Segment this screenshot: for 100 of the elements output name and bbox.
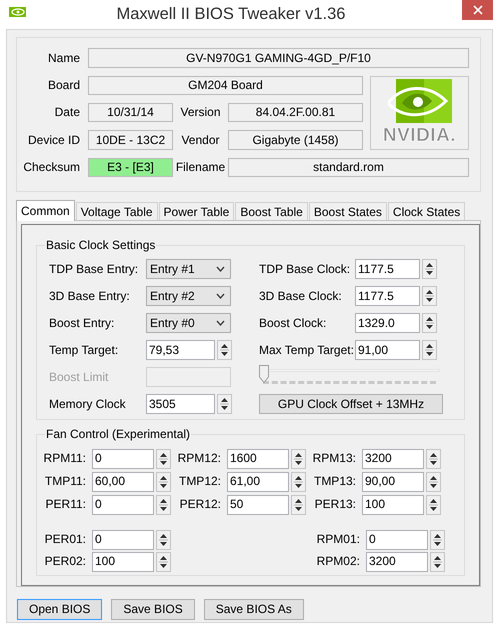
spin-buttons[interactable]: [217, 340, 232, 360]
number-field[interactable]: 1177.5: [355, 259, 420, 279]
text-field[interactable]: [146, 367, 231, 387]
logo-text: NVIDIA.: [382, 124, 456, 148]
chevron-down-icon: [216, 266, 225, 272]
readonly-field: 10/31/14: [88, 103, 173, 122]
dropdown[interactable]: Entry #0: [146, 313, 231, 333]
readonly-field: 10DE - 13C2: [88, 130, 173, 150]
spin-buttons[interactable]: [426, 494, 441, 514]
number-field[interactable]: 100: [362, 494, 424, 514]
field-label: PER02:: [44, 554, 87, 569]
number-field[interactable]: 79,53: [146, 340, 215, 360]
spin-buttons[interactable]: [422, 313, 437, 333]
spin-buttons[interactable]: [156, 448, 171, 468]
number-field[interactable]: 1329.0: [355, 313, 420, 333]
field-label: Boost Entry:: [49, 316, 116, 330]
spin-buttons[interactable]: [156, 530, 171, 550]
slider-thumb[interactable]: [259, 365, 269, 383]
eye-logo-icon: [388, 78, 452, 123]
field-label: Date: [54, 105, 81, 120]
spin-buttons[interactable]: [430, 530, 445, 550]
spin-buttons[interactable]: [430, 552, 445, 572]
spin-buttons[interactable]: [217, 394, 232, 414]
dropdown[interactable]: Entry #1: [146, 259, 231, 279]
field-label: Version: [179, 105, 222, 120]
field-label: RPM12:: [176, 451, 222, 466]
offset-button[interactable]: GPU Clock Offset + 13MHz: [259, 394, 443, 414]
window-title: Maxwell II BIOS Tweaker v1.36: [116, 5, 346, 23]
spin-buttons[interactable]: [156, 472, 171, 492]
field-label: Name: [46, 50, 81, 66]
spin-buttons[interactable]: [291, 448, 306, 468]
field-label: Memory Clock: [49, 396, 127, 412]
field-label: Max Temp Target:: [259, 342, 355, 358]
spin-buttons[interactable]: [291, 472, 306, 492]
tab[interactable]: Power Table: [158, 202, 234, 220]
field-label: RPM11:: [42, 451, 87, 466]
tab[interactable]: Boost Table: [235, 202, 308, 220]
field-label: 3D Base Clock:: [259, 288, 343, 304]
action-button[interactable]: Save BIOS As: [204, 599, 304, 620]
readonly-field: 84.04.2F.00.81: [228, 103, 363, 122]
field-label: PER13:: [314, 497, 357, 512]
field-label: RPM13:: [312, 451, 357, 466]
spin-buttons[interactable]: [426, 472, 441, 492]
field-label: Device ID: [26, 132, 81, 148]
field-label: Boost Limit: [49, 370, 110, 384]
close-button[interactable]: [462, 0, 493, 20]
number-field[interactable]: 1177.5: [355, 286, 420, 306]
number-field[interactable]: 60,00: [92, 472, 154, 492]
spin-buttons[interactable]: [422, 340, 437, 360]
spin-buttons[interactable]: [426, 448, 441, 468]
field-label: Vendor: [180, 132, 221, 148]
number-field[interactable]: 100: [92, 552, 154, 572]
number-field[interactable]: 0: [92, 494, 154, 514]
number-field[interactable]: 3505: [146, 394, 215, 414]
field-label: Filename: [174, 160, 226, 175]
field-label: 3D Base Entry:: [49, 288, 131, 304]
spin-buttons[interactable]: [156, 494, 171, 514]
chevron-down-icon: [216, 293, 225, 299]
field-label: PER01:: [44, 532, 87, 547]
number-field[interactable]: 0: [366, 530, 428, 550]
group-title: Basic Clock Settings: [45, 238, 156, 252]
tab[interactable]: Boost States: [308, 202, 387, 220]
field-label: RPM01:: [316, 532, 361, 547]
action-button[interactable]: Save BIOS: [111, 599, 195, 620]
readonly-field: E3 - [E3]: [88, 158, 173, 177]
spin-buttons[interactable]: [422, 259, 437, 279]
dropdown[interactable]: Entry #2: [146, 286, 231, 306]
number-field[interactable]: 1600: [227, 448, 289, 468]
field-label: Boost Clock:: [259, 316, 328, 330]
field-label: TMP12:: [178, 474, 222, 489]
tab[interactable]: Voltage Table: [76, 202, 158, 220]
readonly-field: GM204 Board: [88, 76, 363, 95]
tab[interactable]: Clock States: [388, 202, 466, 220]
number-field[interactable]: 91,00: [355, 340, 420, 360]
spin-buttons[interactable]: [156, 552, 171, 572]
action-button[interactable]: Open BIOS: [17, 599, 102, 620]
field-label: RPM02:: [316, 554, 361, 569]
field-label: Checksum: [22, 160, 81, 175]
field-label: TMP11:: [44, 474, 87, 489]
number-field[interactable]: 3200: [366, 552, 428, 572]
chevron-down-icon: [216, 320, 225, 326]
field-label: TMP13:: [312, 474, 357, 489]
tab[interactable]: Common: [16, 200, 75, 221]
readonly-field: GV-N970G1 GAMING-4GD_P/F10: [88, 48, 469, 68]
number-field[interactable]: 90,00: [362, 472, 424, 492]
number-field[interactable]: 0: [92, 530, 154, 550]
number-field[interactable]: 3200: [362, 448, 424, 468]
spin-buttons[interactable]: [422, 286, 437, 306]
number-field[interactable]: 61,00: [227, 472, 289, 492]
number-field[interactable]: 0: [92, 448, 154, 468]
number-field[interactable]: 50: [227, 494, 289, 514]
field-label: PER11:: [44, 497, 87, 512]
group-title: Fan Control (Experimental): [45, 427, 192, 442]
readonly-field: Gigabyte (1458): [228, 130, 363, 150]
close-icon: [472, 5, 482, 15]
field-label: Board: [46, 78, 81, 93]
readonly-field: standard.rom: [228, 158, 469, 177]
field-label: TDP Base Entry:: [49, 262, 140, 276]
spin-buttons[interactable]: [291, 494, 306, 514]
field-label: Temp Target:: [49, 342, 120, 358]
